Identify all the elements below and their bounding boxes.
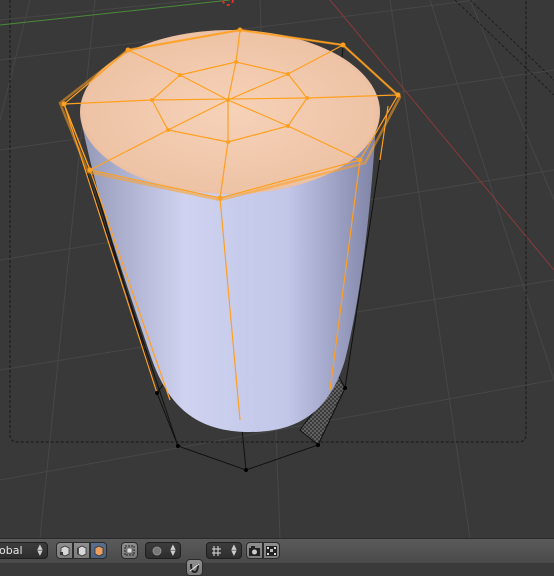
- opengl-render-animation-icon: [266, 546, 277, 556]
- updown-arrows-icon: ▲ ▼: [37, 543, 43, 557]
- updown-arrows-icon: ▲ ▼: [231, 543, 237, 557]
- viewport-header: obal ▲ ▼ ▲ ▼ ▲ ▼: [0, 538, 554, 576]
- y-axis-line: [0, 0, 231, 26]
- proportional-editing-icon: [152, 546, 162, 556]
- proportional-editing-select[interactable]: ▲ ▼: [145, 542, 181, 559]
- transform-orientation-select[interactable]: obal ▲ ▼: [0, 542, 48, 559]
- opengl-render-group: [246, 542, 280, 559]
- opengl-render-still-button[interactable]: [246, 542, 263, 559]
- opengl-render-animation-button[interactable]: [263, 542, 280, 559]
- vertex-select-button[interactable]: [56, 542, 73, 559]
- vertex-select-icon: [60, 545, 70, 557]
- edge-select-icon: [77, 545, 87, 557]
- snap-increment-icon: [212, 546, 221, 556]
- transform-orientation-value: obal: [0, 544, 23, 557]
- snap-element-select[interactable]: ▲ ▼: [206, 542, 242, 559]
- snap-toggle-button[interactable]: [186, 559, 203, 576]
- updown-arrows-icon: ▲ ▼: [170, 543, 176, 557]
- face-select-button[interactable]: [90, 542, 107, 559]
- opengl-render-still-icon: [249, 546, 260, 556]
- limit-selection-visible-button[interactable]: [121, 542, 138, 559]
- viewport-canvas[interactable]: [0, 0, 554, 538]
- limit-selection-visible-icon: [124, 545, 135, 556]
- camera-corner-lines: [454, 0, 554, 96]
- edge-select-button[interactable]: [73, 542, 90, 559]
- select-mode-group: [56, 542, 107, 559]
- face-select-icon: [94, 545, 104, 557]
- 3d-viewport[interactable]: [0, 0, 554, 538]
